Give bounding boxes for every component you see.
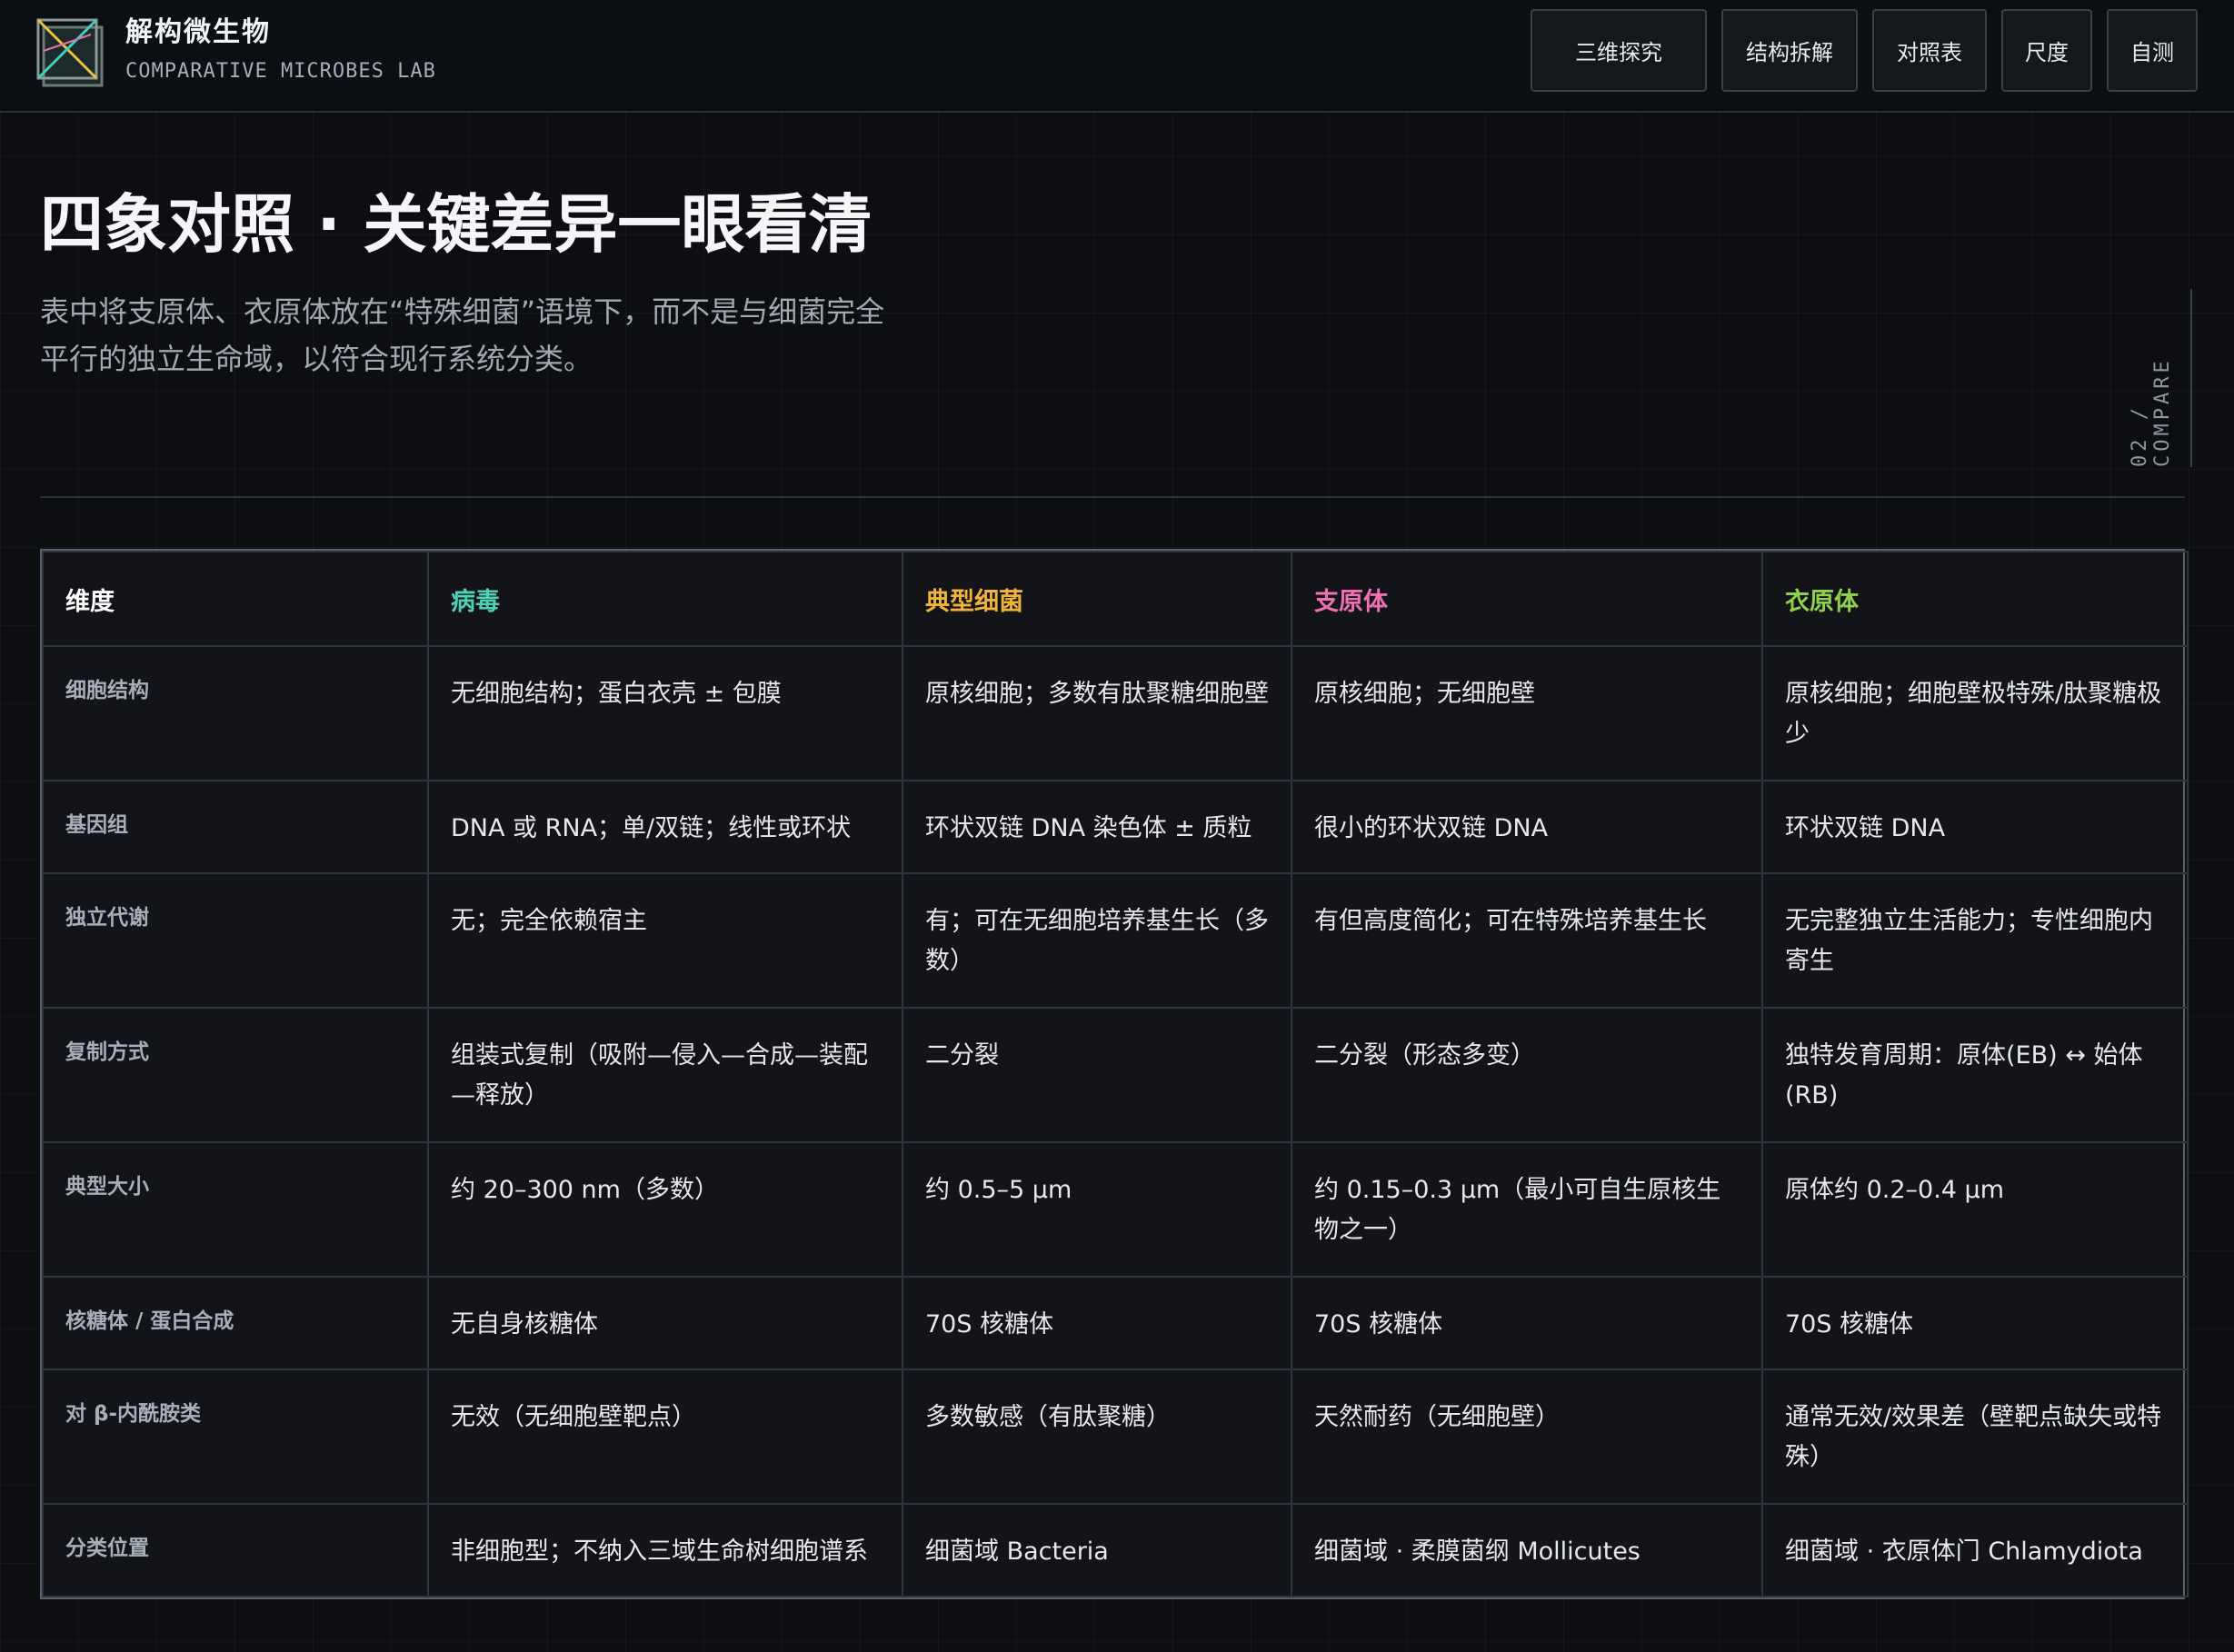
cell-virus: 无细胞结构；蛋白衣壳 ± 包膜 [427,645,903,781]
cell-virus: 约 20–300 nm（多数） [427,1141,903,1278]
comparison-table: 维度 病毒 典型细菌 支原体 衣原体 细胞结构 无细胞结构；蛋白衣壳 ± 包膜 … [40,549,2189,1599]
main-nav: 三维探究 结构拆解 对照表 尺度 自测 [1531,9,2198,92]
cell-chlamydia: 细菌域 · 衣原体门 Chlamydiota [1761,1503,2189,1597]
cell-chlamydia: 原体约 0.2–0.4 µm [1761,1141,2189,1278]
cell-bacteria: 70S 核糖体 [902,1276,1292,1370]
header-bacteria: 典型细菌 [902,551,1292,647]
nav-self-test[interactable]: 自测 [2107,9,2198,92]
top-bar: 解构微生物 COMPARATIVE MICROBES LAB 三维探究 结构拆解… [0,0,2234,113]
cell-bacteria: 约 0.5–5 µm [902,1141,1292,1278]
header-virus: 病毒 [427,551,903,647]
row-dimension: 细胞结构 [42,645,429,781]
nav-scale[interactable]: 尺度 [2001,9,2092,92]
row-dimension: 核糖体 / 蛋白合成 [42,1276,429,1370]
brand[interactable]: 解构微生物 COMPARATIVE MICROBES LAB [36,16,436,91]
cell-virus: 无自身核糖体 [427,1276,903,1370]
row-dimension: 基因组 [42,780,429,874]
cell-mycoplasma: 二分裂（形态多变） [1291,1007,1763,1143]
wireframe-box-logo-icon [36,18,104,87]
divider [40,496,2185,498]
cell-chlamydia: 独特发育周期：原体(EB) ↔ 始体(RB) [1761,1007,2189,1143]
cell-chlamydia: 环状双链 DNA [1761,780,2189,874]
table-header-row: 维度 病毒 典型细菌 支原体 衣原体 [42,551,2189,647]
brand-title: 解构微生物 [125,16,271,48]
cell-mycoplasma: 原核细胞；无细胞壁 [1291,645,1763,781]
cell-bacteria: 环状双链 DNA 染色体 ± 质粒 [902,780,1292,874]
table-row: 对 β-内酰胺类 无效（无细胞壁靶点） 多数敏感（有肽聚糖） 天然耐药（无细胞壁… [42,1368,2189,1505]
row-dimension: 典型大小 [42,1141,429,1278]
cell-bacteria: 多数敏感（有肽聚糖） [902,1368,1292,1505]
row-dimension: 分类位置 [42,1503,429,1597]
table-row: 典型大小 约 20–300 nm（多数） 约 0.5–5 µm 约 0.15–0… [42,1141,2189,1278]
table-row: 基因组 DNA 或 RNA；单/双链；线性或环状 环状双链 DNA 染色体 ± … [42,780,2189,874]
table-row: 核糖体 / 蛋白合成 无自身核糖体 70S 核糖体 70S 核糖体 70S 核糖… [42,1276,2189,1370]
cell-chlamydia: 原核细胞；细胞壁极特殊/肽聚糖极少 [1761,645,2189,781]
cell-bacteria: 二分裂 [902,1007,1292,1143]
table-row: 分类位置 非细胞型；不纳入三域生命树细胞谱系 细菌域 Bacteria 细菌域 … [42,1503,2189,1597]
row-dimension: 复制方式 [42,1007,429,1143]
nav-compare-table[interactable]: 对照表 [1872,9,1987,92]
cell-virus: 无；完全依赖宿主 [427,872,903,1009]
cell-chlamydia: 无完整独立生活能力；专性细胞内寄生 [1761,872,2189,1009]
cell-mycoplasma: 细菌域 · 柔膜菌纲 Mollicutes [1291,1503,1763,1597]
header-mycoplasma: 支原体 [1291,551,1763,647]
header-dimension: 维度 [42,551,429,647]
cell-virus: DNA 或 RNA；单/双链；线性或环状 [427,780,903,874]
page-title: 四象对照 · 关键差异一眼看清 [40,187,873,262]
cell-bacteria: 原核细胞；多数有肽聚糖细胞壁 [902,645,1292,781]
cell-chlamydia: 70S 核糖体 [1761,1276,2189,1370]
cell-virus: 非细胞型；不纳入三域生命树细胞谱系 [427,1503,903,1597]
cell-mycoplasma: 很小的环状双链 DNA [1291,780,1763,874]
brand-subtitle: COMPARATIVE MICROBES LAB [125,60,436,83]
row-dimension: 独立代谢 [42,872,429,1009]
cell-bacteria: 有；可在无细胞培养基生长（多数） [902,872,1292,1009]
row-dimension: 对 β-内酰胺类 [42,1368,429,1505]
hero-section: 四象对照 · 关键差异一眼看清 表中将支原体、衣原体放在“特殊细菌”语境下，而不… [40,186,884,383]
section-tag-label: 02 / COMPARE [2129,357,2174,467]
cell-mycoplasma: 约 0.15–0.3 µm（最小可自生原核生物之一） [1291,1141,1763,1278]
nav-3d-explore[interactable]: 三维探究 [1531,9,1707,92]
table-row: 复制方式 组装式复制（吸附—侵入—合成—装配—释放） 二分裂 二分裂（形态多变）… [42,1007,2189,1143]
cell-chlamydia: 通常无效/效果差（壁靶点缺失或特殊） [1761,1368,2189,1505]
cell-mycoplasma: 70S 核糖体 [1291,1276,1763,1370]
cell-virus: 组装式复制（吸附—侵入—合成—装配—释放） [427,1007,903,1143]
page-description: 表中将支原体、衣原体放在“特殊细菌”语境下，而不是与细菌完全平行的独立生命域，以… [40,294,885,376]
table-row: 独立代谢 无；完全依赖宿主 有；可在无细胞培养基生长（多数） 有但高度简化；可在… [42,872,2189,1009]
header-chlamydia: 衣原体 [1761,551,2189,647]
nav-structure[interactable]: 结构拆解 [1721,9,1858,92]
cell-mycoplasma: 天然耐药（无细胞壁） [1291,1368,1763,1505]
cell-virus: 无效（无细胞壁靶点） [427,1368,903,1505]
cell-mycoplasma: 有但高度简化；可在特殊培养基生长 [1291,872,1763,1009]
table-row: 细胞结构 无细胞结构；蛋白衣壳 ± 包膜 原核细胞；多数有肽聚糖细胞壁 原核细胞… [42,645,2189,781]
cell-bacteria: 细菌域 Bacteria [902,1503,1292,1597]
section-side-tag: 02 / COMPARE [2129,289,2192,467]
